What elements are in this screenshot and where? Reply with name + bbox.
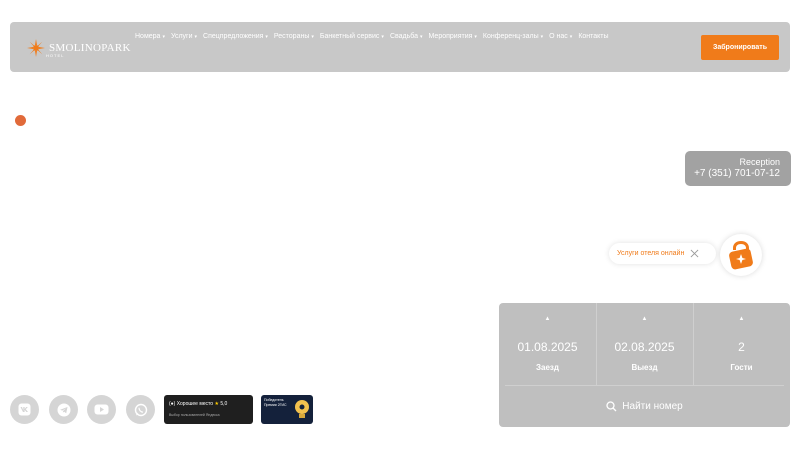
menu-item-restaurants[interactable]: Рестораны ▾: [274, 31, 314, 43]
yandex-pin-icon: (●): [169, 401, 176, 407]
2gis-badge-title: Победитель Премии 2ГИС: [264, 398, 287, 407]
whatsapp-icon: [134, 403, 147, 416]
close-icon[interactable]: [690, 249, 699, 258]
reception-contact[interactable]: Reception +7 (351) 701-07-12: [685, 151, 791, 186]
services-online-pill[interactable]: Услуги отеля онлайн: [609, 243, 716, 264]
chevron-down-icon: ▾: [474, 34, 477, 40]
search-icon: [606, 401, 617, 412]
header-navbar: SMOLINOPARK HOTEL Номера ▾ Услуги ▾ Спецпр…: [10, 22, 790, 72]
chevron-down-icon: ▾: [540, 34, 544, 40]
arrow-up-icon[interactable]: ▲: [693, 316, 790, 322]
services-online-button[interactable]: [720, 234, 762, 276]
youtube-icon: [94, 404, 109, 415]
menu-item-events[interactable]: Мероприятия ▾: [429, 31, 477, 43]
checkout-value: 02.08.2025: [614, 340, 675, 354]
checkin-value: 01.08.2025: [517, 340, 578, 354]
menu-item-conference[interactable]: Конференц-залы ▾: [483, 31, 543, 43]
logo-text: SMOLINOPARK: [49, 41, 131, 54]
yandex-rating: 5,0: [220, 401, 228, 407]
slider-dot[interactable]: [15, 115, 26, 126]
find-room-label: Найти номер: [622, 401, 683, 412]
chevron-down-icon: ▾: [265, 34, 268, 40]
hotel-logo[interactable]: SMOLINOPARK HOTEL: [27, 38, 131, 58]
chevron-down-icon: ▾: [381, 34, 384, 40]
chevron-down-icon: ▾: [569, 34, 573, 40]
2gis-award-badge[interactable]: Победитель Премии 2ГИС: [261, 395, 313, 424]
door-tag-icon: [729, 241, 753, 270]
chevron-down-icon: ▾: [311, 34, 314, 40]
menu-item-rooms[interactable]: Номера ▾: [135, 31, 165, 43]
menu-item-contacts[interactable]: Контакты: [578, 31, 608, 43]
menu-item-banquet[interactable]: Банкетный сервис ▾: [320, 31, 384, 43]
find-room-button[interactable]: Найти номер: [499, 386, 790, 427]
whatsapp-link[interactable]: [126, 395, 155, 424]
services-online-label: Услуги отеля онлайн: [617, 250, 685, 257]
checkin-label: Заезд: [536, 363, 559, 372]
checkin-field[interactable]: ▲ 01.08.2025 Заезд: [499, 303, 596, 385]
menu-item-about[interactable]: О нас ▾: [549, 31, 572, 43]
star-icon: ★: [214, 401, 219, 407]
checkout-field[interactable]: ▲ 02.08.2025 Выезд: [596, 303, 693, 385]
checkout-label: Выезд: [631, 363, 658, 372]
arrow-up-icon[interactable]: ▲: [499, 316, 596, 322]
arrow-up-icon[interactable]: ▲: [596, 316, 693, 322]
yandex-badge-subtitle: Выбор пользователей Яндекса: [169, 413, 220, 417]
youtube-link[interactable]: [87, 395, 116, 424]
chevron-down-icon: ▾: [162, 34, 165, 40]
guests-field[interactable]: ▲ 2 Гости: [693, 303, 790, 385]
vk-icon: [18, 403, 31, 416]
telegram-link[interactable]: [49, 395, 78, 424]
telegram-icon: [57, 403, 70, 416]
sun-logo-icon: [27, 39, 45, 57]
booking-panel: ▲ 01.08.2025 Заезд ▲ 02.08.2025 Выезд ▲ …: [499, 303, 790, 427]
logo-subtext: HOTEL: [46, 53, 65, 58]
reception-title: Reception: [739, 157, 780, 167]
menu-item-services[interactable]: Услуги ▾: [171, 31, 197, 43]
guests-value: 2: [738, 340, 745, 354]
menu-item-special-offers[interactable]: Спецпредложения ▾: [203, 31, 268, 43]
chevron-down-icon: ▾: [420, 34, 423, 40]
guests-label: Гости: [730, 363, 753, 372]
award-bulb-icon: [295, 400, 309, 418]
reception-phone[interactable]: +7 (351) 701-07-12: [685, 168, 780, 180]
book-button[interactable]: Забронировать: [701, 35, 779, 60]
chevron-down-icon: ▾: [194, 34, 198, 40]
menu-item-wedding[interactable]: Свадьба ▾: [390, 31, 423, 43]
vk-link[interactable]: [10, 395, 39, 424]
main-menu: Номера ▾ Услуги ▾ Спецпредложения ▾ Рестора…: [135, 31, 695, 43]
yandex-good-place-badge[interactable]: (●) Хорошее место ★ 5,0 Выбор пользовате…: [164, 395, 253, 424]
yandex-badge-title: (●) Хорошее место ★ 5,0: [169, 401, 228, 407]
